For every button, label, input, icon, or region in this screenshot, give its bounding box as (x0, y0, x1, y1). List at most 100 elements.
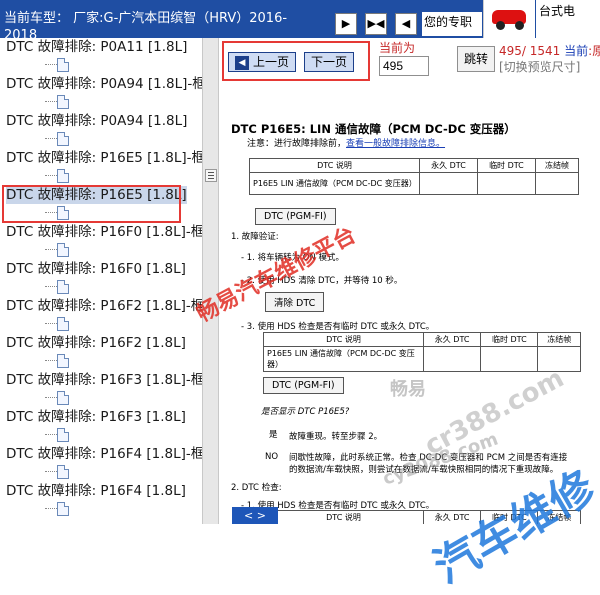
document-icon (57, 317, 69, 331)
splitter-grip-icon[interactable] (205, 169, 217, 182)
tree-item-label[interactable]: DTC 故障排除: P16F3 [1.8L] (6, 408, 186, 426)
table-cell (476, 172, 536, 195)
tree-item-label[interactable]: DTC 故障排除: P0A94 [1.8L]-框架 (6, 75, 202, 93)
current-page-label: 当前为 (379, 41, 416, 55)
tree-connector (45, 286, 57, 287)
document-icon (57, 58, 69, 72)
tree-item[interactable]: DTC 故障排除: P16F4 [1.8L]-框架 (0, 445, 202, 482)
toolbar-forward-button[interactable]: ▶ (335, 13, 357, 35)
prev-page-button[interactable]: ◀ 上一页 (228, 52, 297, 72)
note-prefix: 注意：进行故障排除前， (247, 139, 347, 149)
tree-item-label[interactable]: DTC 故障排除: P16F2 [1.8L] (6, 334, 186, 352)
no-label: NO (265, 452, 279, 462)
tree-item[interactable]: DTC 故障排除: P16F3 [1.8L] (0, 408, 202, 445)
doc-note: 注意：进行故障排除前，查看一般故障排除信息。 (247, 136, 445, 149)
prev-page-label: 上一页 (253, 55, 290, 69)
tree-connector (45, 101, 57, 102)
tree-item-label[interactable]: DTC 故障排除: P16F3 [1.8L]-框架 (6, 371, 202, 389)
table-header: 临时 DTC (480, 510, 539, 524)
tree-connector (45, 360, 57, 361)
toolbar-toggle-button[interactable]: ▶◀ (365, 13, 387, 35)
tree-item[interactable]: DTC 故障排除: P16F3 [1.8L]-框架 (0, 371, 202, 408)
tree-item[interactable]: DTC 故障排除: P16F2 [1.8L] (0, 334, 202, 371)
document-icon (57, 95, 69, 109)
dtc-pgmfi-button[interactable]: DTC (PGM-FI) (255, 208, 336, 225)
tree-item[interactable]: DTC 故障排除: P0A11 [1.8L] (0, 38, 202, 75)
clear-dtc-button[interactable]: 清除 DTC (265, 292, 325, 312)
general-troubleshooting-link[interactable]: 查看一般故障排除信息。 (346, 139, 445, 149)
dtc-table: DTC 说明 永久 DTC 临时 DTC 冻结帧 P16E5 LIN 通信故障（… (249, 158, 580, 195)
left-arrow-icon: ◀ (235, 55, 249, 70)
tree-item-label[interactable]: DTC 故障排除: P16F2 [1.8L]-框架 (6, 297, 202, 315)
manual-page: DTC P16E5: LIN 通信故障（PCM DC-DC 变压器） 注意：进行… (219, 88, 600, 524)
dtc-table: DTC 说明 永久 DTC 临时 DTC 冻结帧 P16E5 LIN 通信故障（… (263, 332, 581, 372)
document-icon (57, 280, 69, 294)
wheel-icon (496, 21, 505, 30)
table-cell (480, 346, 539, 372)
bottom-nav-button[interactable]: < > (232, 507, 278, 524)
document-icon (57, 354, 69, 368)
table-header: 永久 DTC (422, 510, 482, 524)
tree-item[interactable]: DTC 故障排除: P0A94 [1.8L] (0, 112, 202, 149)
step-text: 1. 故障验证: (231, 232, 279, 242)
table-header: DTC 说明 (249, 158, 420, 173)
toolbar-back-button[interactable]: ◀ (395, 13, 417, 35)
yes-label: 是 (269, 430, 278, 440)
no-text: 间歇性故障，此时系统正常。检查 DC-DC 变压器和 PCM 之间是否有连接 (289, 453, 568, 463)
step-text: - 3. 使用 HDS 检查是否有临时 DTC 或永久 DTC。 (241, 322, 435, 332)
tree-item[interactable]: DTC 故障排除: P16F0 [1.8L]-框架 (0, 223, 202, 260)
tree-item-label[interactable]: DTC 故障排除: P16F0 [1.8L] (6, 260, 186, 278)
next-page-label: 下一页 (311, 55, 348, 69)
tree-item-label[interactable]: DTC 故障排除: P16E5 [1.8L]-框架 (6, 149, 202, 167)
document-icon (57, 391, 69, 405)
step-text: - 1. 将车辆转为 ON 模式。 (241, 253, 345, 263)
table-header: DTC 说明 (263, 332, 424, 347)
tree-connector (45, 175, 57, 176)
no-text: 的数据流/车载快照，则尝试在数据流/车载快照相同的情况下重现故障。 (289, 465, 559, 475)
page-counter-value: 495/ 1541 (499, 44, 561, 58)
jump-button[interactable]: 跳转 (457, 46, 495, 72)
tree-item[interactable]: DTC 故障排除: P16F4 [1.8L] (0, 482, 202, 519)
dtc-tree: DTC 故障排除: P0A11 [1.8L] DTC 故障排除: P0A94 [… (0, 38, 202, 524)
page-number-input[interactable] (379, 56, 429, 76)
switch-preview-size-link[interactable]: [切换预览尺寸] (499, 58, 580, 75)
table-cell (422, 346, 482, 372)
dtc-pgmfi-button[interactable]: DTC (PGM-FI) (263, 377, 344, 394)
selection-highlight (2, 185, 181, 223)
tree-item-label[interactable]: DTC 故障排除: P16F4 [1.8L]-框架 (6, 445, 202, 463)
tree-item[interactable]: DTC 故障排除: P16F2 [1.8L]-框架 (0, 297, 202, 334)
table-header: DTC 说明 (263, 510, 424, 524)
tree-item-label[interactable]: DTC 故障排除: P0A11 [1.8L] (6, 38, 187, 56)
tree-connector (45, 471, 57, 472)
current-prefix: 当前 (564, 44, 589, 58)
tree-item[interactable]: DTC 故障排除: P0A94 [1.8L]-框架 (0, 75, 202, 112)
tree-item-label[interactable]: DTC 故障排除: P0A94 [1.8L] (6, 112, 187, 130)
dtc-table: DTC 说明 永久 DTC 临时 DTC 冻结帧 (263, 510, 581, 524)
document-icon (57, 502, 69, 516)
table-header: 冻结帧 (534, 158, 580, 173)
top-bar: 当前车型： 厂家:G-广汽本田缤智（HRV）2016-2018 ▶ ▶◀ ◀ 您… (0, 0, 600, 38)
tree-connector (45, 64, 57, 65)
tree-item-label[interactable]: DTC 故障排除: P16F4 [1.8L] (6, 482, 186, 500)
tree-connector (45, 508, 57, 509)
document-icon (57, 465, 69, 479)
header-tip: 您的专职 (422, 12, 482, 36)
step-text: 2. DTC 检查: (231, 483, 282, 493)
next-page-button[interactable]: 下一页 (304, 52, 355, 72)
mechanic-logo (483, 0, 535, 38)
step-text: - 2. 使用 HDS 清除 DTC，并等待 10 秒。 (241, 276, 403, 286)
current-suffix: :原 (588, 44, 600, 58)
tree-item[interactable]: DTC 故障排除: P16E5 [1.8L]-框架 (0, 149, 202, 186)
tree-connector (45, 249, 57, 250)
document-icon (57, 243, 69, 257)
tree-item-label[interactable]: DTC 故障排除: P16F0 [1.8L]-框架 (6, 223, 202, 241)
table-cell (534, 172, 580, 195)
tree-connector (45, 323, 57, 324)
table-header: 临时 DTC (480, 332, 539, 347)
pane-splitter[interactable] (202, 38, 219, 524)
tree-item[interactable]: DTC 故障排除: P16F0 [1.8L] (0, 260, 202, 297)
table-cell (537, 346, 581, 372)
table-cell: P16E5 LIN 通信故障（PCM DC-DC 变压器） (263, 346, 424, 372)
question-label: 是否显示 DTC P16E5? (261, 407, 350, 417)
document-icon (57, 132, 69, 146)
